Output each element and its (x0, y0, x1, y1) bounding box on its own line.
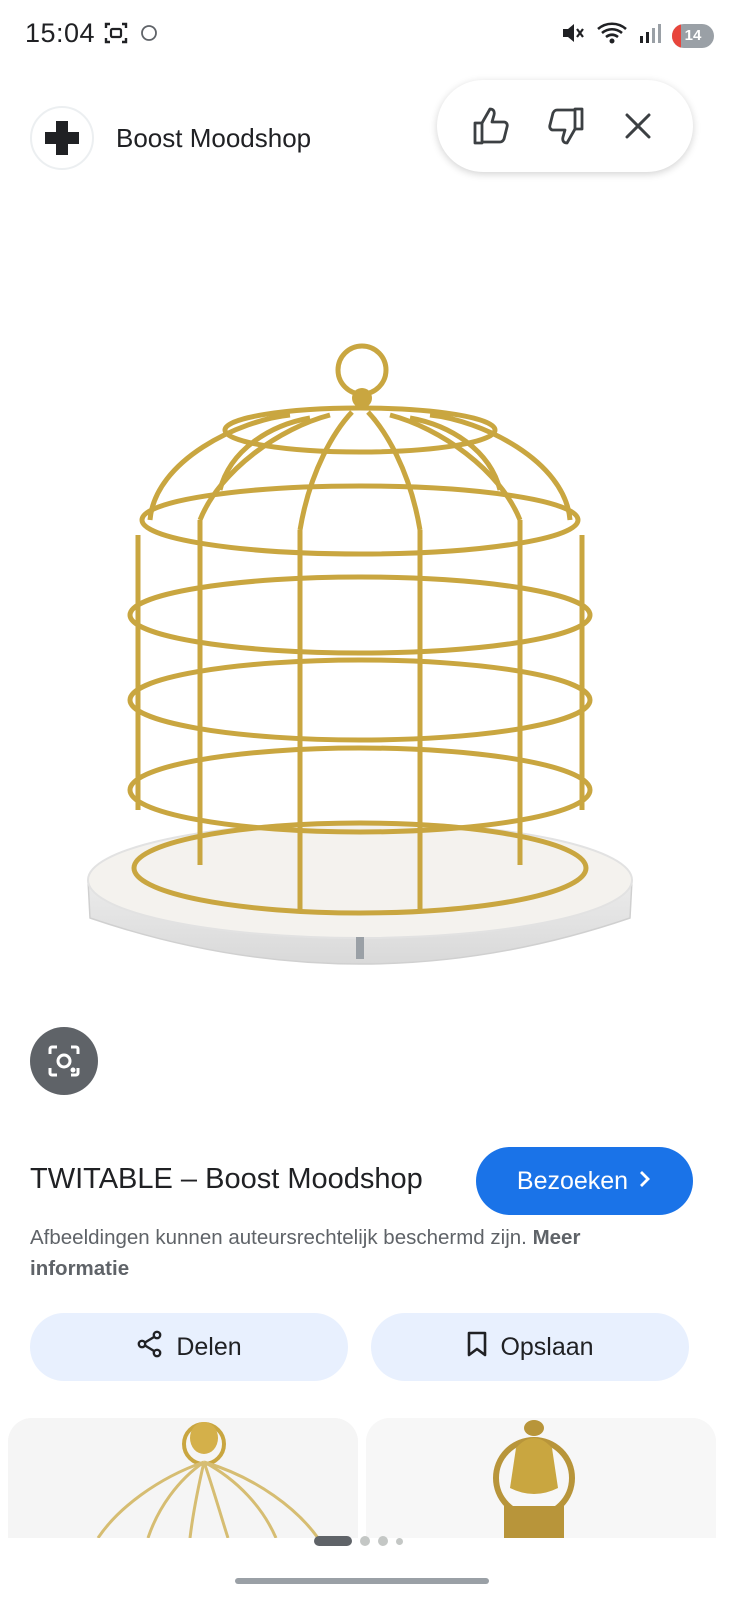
product-image[interactable] (60, 320, 660, 1000)
bookmark-icon (466, 1330, 488, 1365)
page-indicator (314, 1536, 403, 1546)
close-icon[interactable] (612, 100, 664, 152)
site-header[interactable]: Boost Moodshop (30, 106, 311, 170)
gesture-home-bar[interactable] (235, 1578, 489, 1584)
site-name: Boost Moodshop (116, 122, 312, 153)
signal-icon (638, 21, 662, 50)
page-dot (396, 1537, 403, 1545)
status-right-icons: 14 (560, 20, 714, 51)
status-bar: 15:04 14 (0, 0, 738, 70)
copyright-text: Afbeeldingen kunnen auteursrechtelijk be… (30, 1226, 527, 1249)
related-image-thumbnail[interactable] (366, 1418, 716, 1538)
wifi-icon (596, 20, 628, 51)
share-button-label: Delen (176, 1332, 242, 1361)
save-button-label: Opslaan (500, 1332, 594, 1361)
status-left-icons (103, 20, 159, 51)
save-button[interactable]: Opslaan (371, 1313, 689, 1381)
thumbs-down-icon[interactable] (539, 100, 591, 152)
page-dot-active (314, 1536, 352, 1546)
battery-icon: 14 (672, 23, 714, 48)
mute-icon (560, 20, 586, 51)
screenshot-icon (103, 20, 129, 51)
battery-level: 14 (684, 26, 702, 44)
page-dot (360, 1536, 370, 1546)
feedback-pill (437, 80, 693, 172)
share-icon (136, 1330, 164, 1365)
circle-icon (139, 23, 159, 48)
result-title: TWITABLE – Boost Moodshop (30, 1163, 423, 1195)
plus-cross-icon (30, 106, 94, 170)
copyright-note: Afbeeldingen kunnen auteursrechtelijk be… (30, 1222, 680, 1284)
status-time: 15:04 (25, 18, 96, 48)
lens-search-icon[interactable] (30, 1027, 98, 1095)
visit-button[interactable]: Bezoeken (476, 1147, 693, 1215)
thumbs-up-icon[interactable] (466, 100, 518, 152)
visit-button-label: Bezoeken (516, 1166, 629, 1195)
page-dot (378, 1536, 388, 1546)
chevron-right-icon (638, 1167, 652, 1196)
share-button[interactable]: Delen (30, 1313, 348, 1381)
related-image-thumbnail[interactable] (8, 1418, 358, 1538)
